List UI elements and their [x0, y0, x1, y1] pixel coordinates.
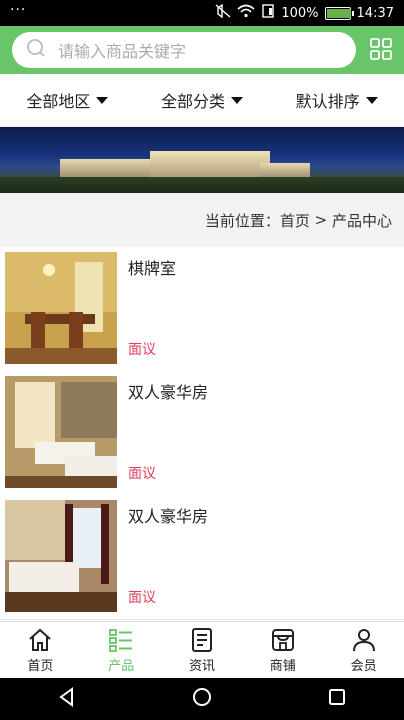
product-thumbnail [5, 252, 117, 364]
tab-label: 首页 [27, 659, 54, 674]
product-name: 双人豪华房 [128, 383, 209, 402]
banner-building [150, 151, 270, 179]
product-name: 棋牌室 [128, 259, 177, 278]
search-icon [12, 38, 46, 62]
battery-percent: 100% [281, 5, 319, 21]
caret-down-icon [231, 96, 244, 104]
breadcrumb: 当前位置： 首页 > 产品中心 [205, 193, 392, 247]
wifi-icon [237, 4, 255, 22]
list-item[interactable]: 双人豪华房 面议 [0, 495, 404, 620]
tab-member[interactable]: 会员 [323, 622, 404, 679]
product-thumbnail [5, 376, 117, 488]
member-icon [352, 629, 375, 652]
back-icon[interactable] [56, 686, 78, 712]
mute-icon [215, 3, 231, 22]
tab-products[interactable]: 产品 [81, 622, 162, 679]
product-name: 双人豪华房 [128, 507, 209, 526]
battery-icon [324, 6, 354, 20]
caret-down-icon [365, 96, 378, 104]
list-item[interactable]: 双人豪华房 面议 [0, 371, 404, 496]
shop-icon [271, 629, 294, 651]
tab-label: 商铺 [269, 659, 296, 674]
news-icon [191, 628, 212, 652]
recents-icon[interactable] [326, 686, 348, 712]
clock: 14:37 [356, 5, 394, 21]
search-placeholder: 请输入商品关键字 [58, 42, 187, 61]
filter-bar: 全部地区 全部分类 默认排序 [0, 74, 404, 127]
filter-label: 全部地区 [26, 92, 91, 111]
breadcrumb-current: 产品中心 [331, 211, 392, 230]
grid-menu-icon[interactable] [370, 38, 392, 60]
breadcrumb-bar: 当前位置： 首页 > 产品中心 [0, 193, 404, 247]
filter-region[interactable]: 全部地区 [0, 74, 135, 126]
system-nav-bar [0, 678, 404, 720]
signal-dots: ··· [10, 2, 27, 18]
product-price: 面议 [128, 342, 156, 358]
filter-category[interactable]: 全部分类 [135, 74, 270, 126]
home-icon [29, 628, 52, 651]
product-price: 面议 [128, 590, 156, 606]
product-thumbnail [5, 500, 117, 612]
tab-home[interactable]: 首页 [0, 622, 81, 679]
status-bar: ··· 100% 14:37 [0, 0, 404, 26]
tab-label: 资讯 [188, 659, 215, 674]
tab-label: 会员 [350, 659, 377, 674]
product-list-icon [109, 629, 133, 652]
filter-sort[interactable]: 默认排序 [269, 74, 404, 126]
caret-down-icon [96, 96, 109, 104]
search-header: 请输入商品关键字 [0, 26, 404, 74]
list-item[interactable]: 棋牌室 面议 [0, 247, 404, 372]
filter-label: 默认排序 [295, 92, 360, 111]
breadcrumb-home-link[interactable]: 首页 [280, 210, 310, 231]
product-price: 面议 [128, 466, 156, 482]
tab-label: 产品 [108, 659, 135, 674]
breadcrumb-separator: > [309, 211, 332, 229]
sim-icon [261, 4, 275, 22]
breadcrumb-label: 当前位置： [204, 211, 280, 230]
tab-news[interactable]: 资讯 [162, 622, 243, 679]
tab-shop[interactable]: 商铺 [242, 622, 323, 679]
filter-label: 全部分类 [161, 92, 226, 111]
bottom-tab-bar: 首页 产品 资讯 商铺 会员 [0, 621, 404, 679]
banner-trees [0, 177, 404, 193]
search-input[interactable]: 请输入商品关键字 [12, 32, 356, 68]
hotel-banner-image[interactable] [0, 127, 404, 193]
home-circle-icon[interactable] [191, 686, 213, 712]
